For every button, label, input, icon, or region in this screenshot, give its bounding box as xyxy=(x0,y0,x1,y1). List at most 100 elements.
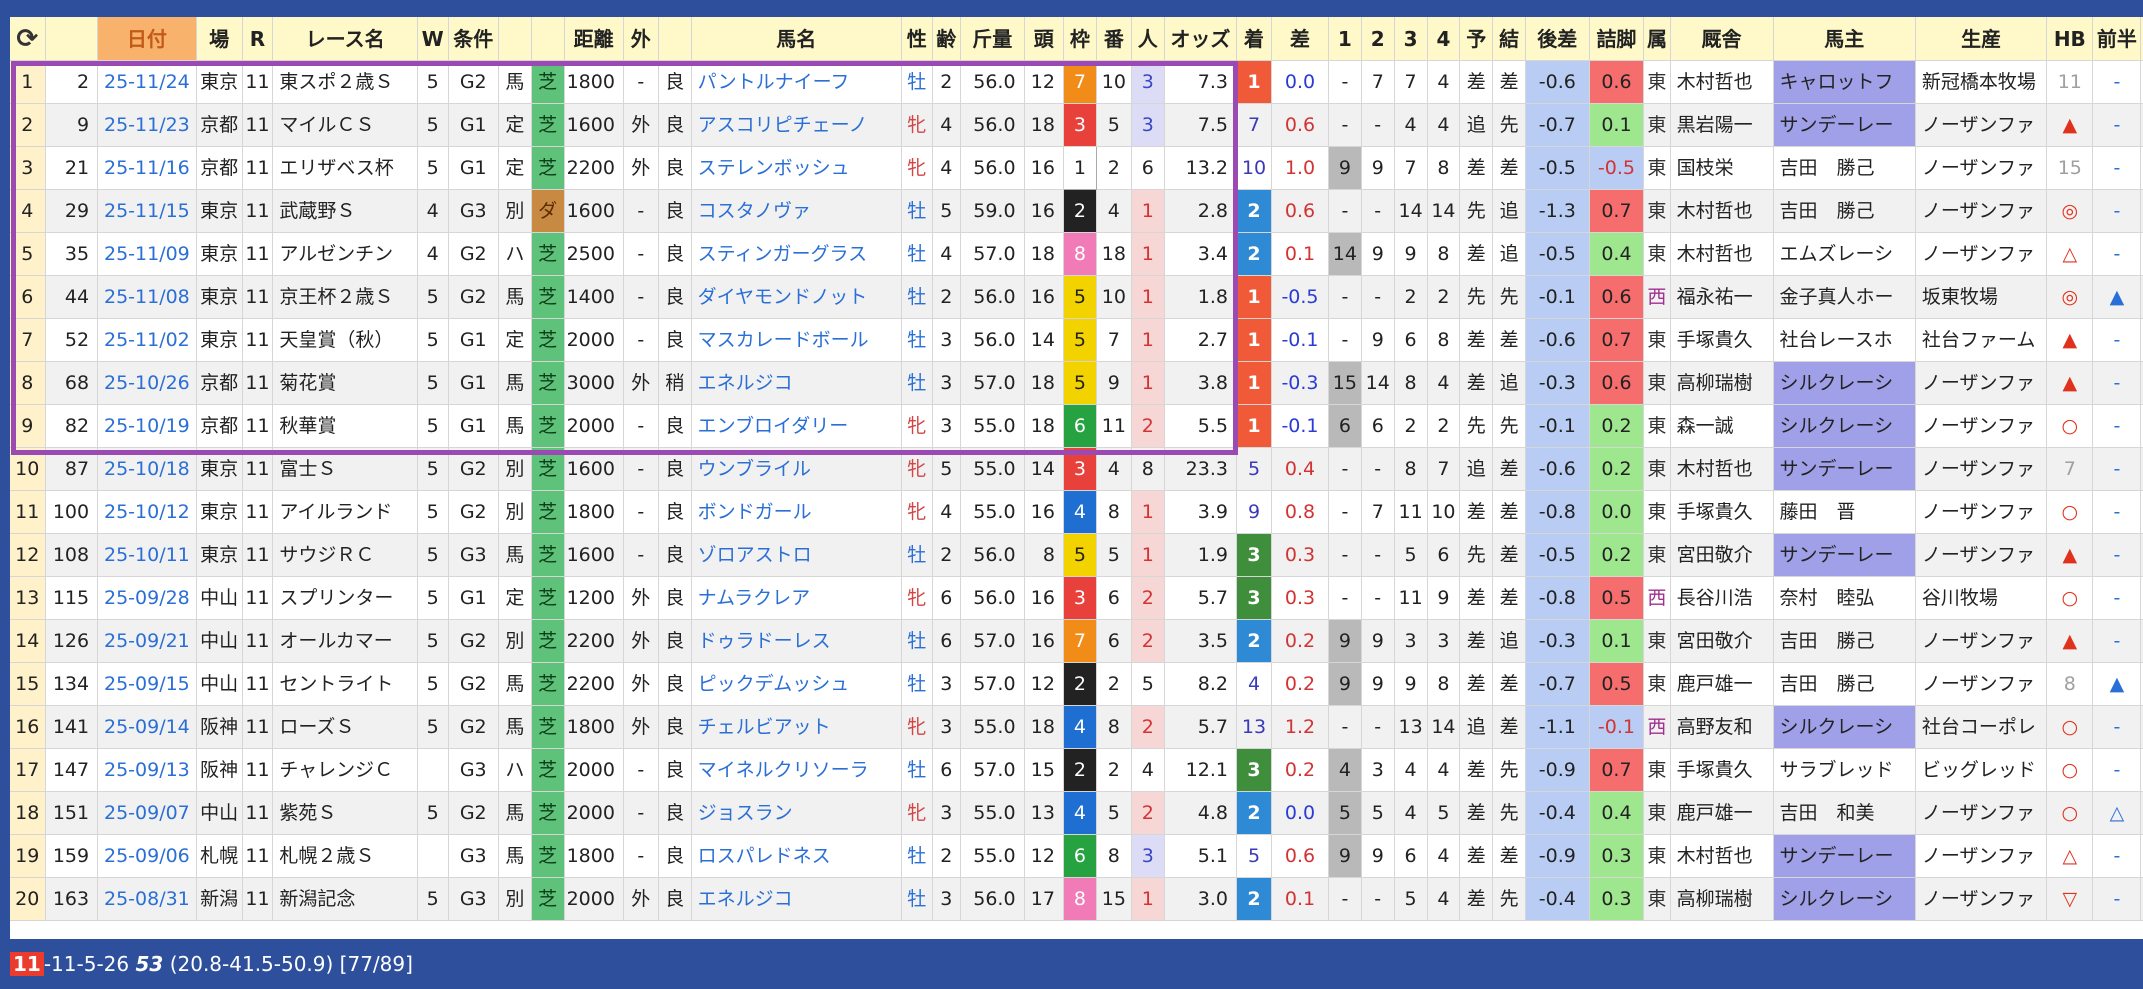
column-header[interactable]: HB xyxy=(2046,17,2094,61)
table-cell[interactable]: アスコリピチェーノ xyxy=(691,103,902,147)
table-cell[interactable]: ドゥラドーレス xyxy=(691,619,902,663)
column-header[interactable]: R xyxy=(242,17,274,61)
column-header[interactable]: レース名 xyxy=(272,17,418,61)
column-header[interactable]: 予 xyxy=(1459,17,1494,61)
table-cell[interactable]: ダイヤモンドノット xyxy=(691,275,902,319)
column-header[interactable]: 厩舎 xyxy=(1670,17,1774,61)
table-row[interactable]: 19 159 25-09/06 札幌 11 札幌２歳Ｓ G3 馬芝 1800- 良ロスパレドネス牡… xyxy=(10,834,2143,878)
table-cell[interactable]: 25-09/07 xyxy=(97,791,197,835)
column-header[interactable]: 馬名 xyxy=(691,17,902,61)
table-row[interactable]: 17 147 25-09/13 阪神 11 チャレンジＣ G3 ハ芝 2000- 良マイネルクリソ… xyxy=(10,748,2143,792)
column-header[interactable]: 条件 xyxy=(448,17,499,61)
table-row[interactable]: 12 108 25-10/11 東京 11 サウジＲＣ 5 G3 馬芝 1600- 良ゾロアストロ牡… xyxy=(10,533,2143,577)
column-header[interactable]: 齢 xyxy=(932,17,962,61)
table-row[interactable]: 3 21 25-11/16 京都 11 エリザベス杯 5 G1 定芝 2200 外良ステレンボッシュ… xyxy=(10,146,2143,190)
table-cell[interactable]: エネルジコ xyxy=(691,877,902,921)
table-row[interactable]: 7 52 25-11/02 東京 11 天皇賞（秋） 5 G1 定芝 2000- 良マスカレードボー… xyxy=(10,318,2143,362)
table-row[interactable]: 15 134 25-09/15 中山 11 セントライト 5 G2 馬芝 2200 外良ピックデムッ… xyxy=(10,662,2143,706)
table-cell[interactable]: ゾロアストロ xyxy=(691,533,902,577)
table-row[interactable]: 4 29 25-11/15 東京 11 武蔵野Ｓ 4 G3 別ダ 1600- 良コスタノヴァ牡 5 59… xyxy=(10,189,2143,233)
table-cell[interactable]: マイネルクリソーラ xyxy=(691,748,902,792)
table-row[interactable]: 2 9 25-11/23 京都 11 マイルＣＳ 5 G1 定芝 1600 外良アスコリピチェーノ牝… xyxy=(10,103,2143,147)
table-row[interactable]: 6 44 25-11/08 東京 11 京王杯２歳Ｓ 5 G2 馬芝 1400- 良ダイヤモンドノッ… xyxy=(10,275,2143,319)
table-row[interactable]: 13 115 25-09/28 中山 11 スプリンター 5 G1 定芝 1200 外良ナムラクレア… xyxy=(10,576,2143,620)
table-cell[interactable]: 25-11/24 xyxy=(97,60,197,104)
table-cell[interactable]: マスカレードボール xyxy=(691,318,902,362)
table-row[interactable]: 11 100 25-10/12 東京 11 アイルランド 5 G2 別芝 1800- 良ボンドガール… xyxy=(10,490,2143,534)
column-header[interactable] xyxy=(45,17,99,61)
table-row[interactable]: 10 87 25-10/18 東京 11 富士Ｓ 5 G2 別芝 1600- 良ウンブライル牝 5 55… xyxy=(10,447,2143,491)
column-header[interactable]: 馬主 xyxy=(1773,17,1916,61)
table-cell[interactable]: チェルビアット xyxy=(691,705,902,749)
column-header[interactable]: 後差 xyxy=(1525,17,1590,61)
table-cell[interactable]: 25-11/09 xyxy=(97,232,197,276)
column-header[interactable]: 着 xyxy=(1236,17,1273,61)
table-cell[interactable]: エンブロイダリー xyxy=(691,404,902,448)
table-cell[interactable]: 25-09/13 xyxy=(97,748,197,792)
table-cell[interactable]: ジョスラン xyxy=(691,791,902,835)
column-header[interactable]: 生産 xyxy=(1915,17,2048,61)
column-header[interactable]: 日付 xyxy=(97,17,197,61)
table-cell[interactable]: 25-08/31 xyxy=(97,877,197,921)
column-header[interactable]: 斤量 xyxy=(960,17,1025,61)
table-cell[interactable]: 25-09/14 xyxy=(97,705,197,749)
column-header[interactable]: 詰脚 xyxy=(1589,17,1645,61)
table-cell[interactable]: 25-10/12 xyxy=(97,490,197,534)
column-header[interactable]: 距離 xyxy=(564,17,624,61)
table-cell[interactable]: 25-11/16 xyxy=(97,146,197,190)
table-cell: 108 xyxy=(45,533,99,577)
table-cell[interactable]: ボンドガール xyxy=(691,490,902,534)
table-cell[interactable]: 25-09/28 xyxy=(97,576,197,620)
column-header[interactable]: オッズ xyxy=(1164,17,1237,61)
table-cell[interactable]: 25-09/21 xyxy=(97,619,197,663)
table-cell[interactable]: パントルナイーフ xyxy=(691,60,902,104)
table-row[interactable]: 18 151 25-09/07 中山 11 紫苑Ｓ 5 G2 馬芝 2000- 良ジョスラン牝 3 55… xyxy=(10,791,2143,835)
column-header[interactable]: 属 xyxy=(1643,17,1671,61)
table-cell[interactable]: 25-10/19 xyxy=(97,404,197,448)
column-header[interactable]: 番 xyxy=(1096,17,1132,61)
table-cell[interactable]: ロスパレドネス xyxy=(691,834,902,878)
race-table-container[interactable]: ⟳ 日付場 R レース名 W 条件 距離外馬名性齢斤量頭枠番人オッズ着差 1 2 3 4 予結後差 詰脚… xyxy=(10,17,2143,939)
table-row[interactable]: 16 141 25-09/14 阪神 11 ローズＳ 5 G2 馬芝 1800 外良チェルビアット牝… xyxy=(10,705,2143,749)
column-header[interactable]: 3 xyxy=(1394,17,1428,61)
column-header[interactable]: W xyxy=(417,17,449,61)
table-cell[interactable]: 25-09/06 xyxy=(97,834,197,878)
table-cell[interactable]: 25-11/08 xyxy=(97,275,197,319)
table-cell[interactable]: 25-10/11 xyxy=(97,533,197,577)
column-header[interactable]: 4 xyxy=(1427,17,1461,61)
table-cell[interactable]: 25-10/18 xyxy=(97,447,197,491)
column-header[interactable]: 頭 xyxy=(1024,17,1064,61)
table-cell[interactable]: コスタノヴァ xyxy=(691,189,902,233)
column-header[interactable]: 2 xyxy=(1361,17,1395,61)
table-cell[interactable]: ナムラクレア xyxy=(691,576,902,620)
table-cell[interactable]: ステレンボッシュ xyxy=(691,146,902,190)
column-header[interactable]: 1 xyxy=(1328,17,1362,61)
table-row[interactable]: 8 68 25-10/26 京都 11 菊花賞 5 G1 馬芝 3000 外稍エネルジコ牡 3 57.0… xyxy=(10,361,2143,405)
column-header[interactable] xyxy=(531,17,565,61)
table-row[interactable]: 5 35 25-11/09 東京 11 アルゼンチン 4 G2 ハ芝 2500- 良スティンガーグラ… xyxy=(10,232,2143,276)
table-cell[interactable]: ウンブライル xyxy=(691,447,902,491)
table-cell[interactable]: スティンガーグラス xyxy=(691,232,902,276)
refresh-icon[interactable]: ⟳ xyxy=(10,17,46,61)
table-cell[interactable]: 25-09/15 xyxy=(97,662,197,706)
column-header[interactable] xyxy=(658,17,692,61)
table-row[interactable]: 1 2 25-11/24 東京 11 東スポ２歳Ｓ 5 G2 馬芝 1800- 良パントルナイーフ牡… xyxy=(10,60,2143,104)
column-header[interactable]: 人 xyxy=(1131,17,1165,61)
table-cell[interactable]: ピックデムッシュ xyxy=(691,662,902,706)
table-cell[interactable]: 25-11/15 xyxy=(97,189,197,233)
column-header[interactable]: 前半 xyxy=(2092,17,2142,61)
table-cell[interactable]: 25-10/26 xyxy=(97,361,197,405)
table-row[interactable]: 20 163 25-08/31 新潟 11 新潟記念 5 G3 別芝 2000 外良エネルジコ牡 3 5… xyxy=(10,877,2143,921)
table-cell[interactable]: エネルジコ xyxy=(691,361,902,405)
column-header[interactable]: 結 xyxy=(1492,17,1527,61)
table-cell[interactable]: 25-11/02 xyxy=(97,318,197,362)
column-header[interactable]: 外 xyxy=(623,17,659,61)
column-header[interactable] xyxy=(498,17,532,61)
table-row[interactable]: 9 82 25-10/19 京都 11 秋華賞 5 G1 馬芝 2000- 良エンブロイダリー牝 3 5… xyxy=(10,404,2143,448)
column-header[interactable]: 性 xyxy=(901,17,933,61)
table-row[interactable]: 14 126 25-09/21 中山 11 オールカマー 5 G2 別芝 2200 外良ドゥラドーレ… xyxy=(10,619,2143,663)
column-header[interactable]: 差 xyxy=(1271,17,1329,61)
column-header[interactable]: 場 xyxy=(196,17,243,61)
column-header[interactable]: 枠 xyxy=(1063,17,1097,61)
table-cell[interactable]: 25-11/23 xyxy=(97,103,197,147)
